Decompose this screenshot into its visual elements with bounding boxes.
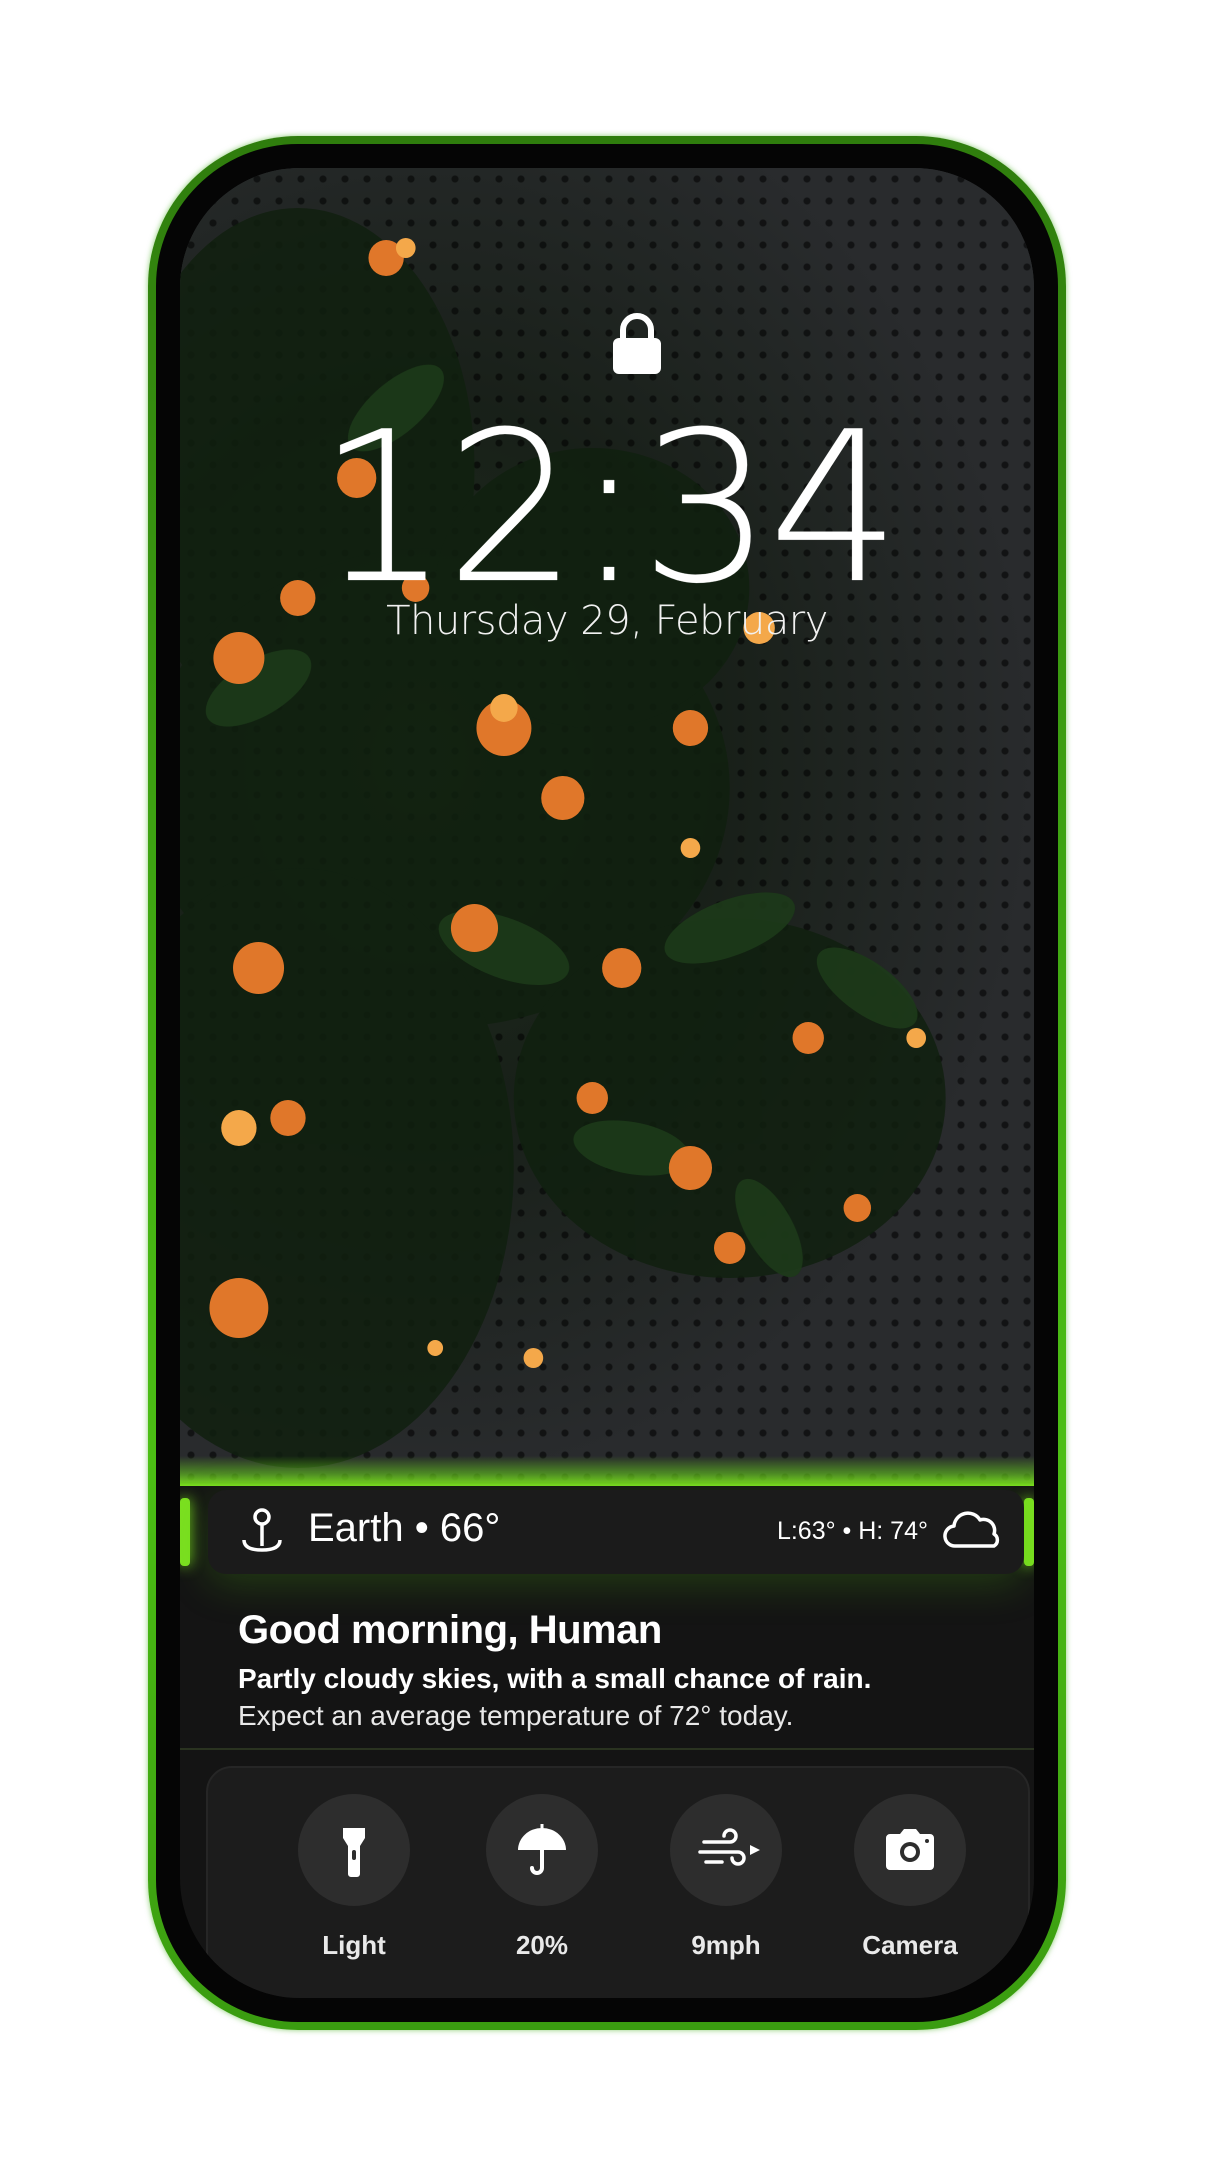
lock-screen: 12:34 Thursday 29, February Earth • 66° … xyxy=(180,168,1034,1998)
weather-summary: Partly cloudy skies, with a small chance… xyxy=(238,1663,872,1694)
camera-icon xyxy=(886,1829,934,1870)
flower-foliage-graphic xyxy=(180,208,946,1468)
umbrella-icon xyxy=(518,1824,566,1875)
dock-item-camera[interactable]: Camera xyxy=(840,1794,980,1961)
lock-screen-clock: 12:34 xyxy=(317,388,901,630)
light-button[interactable] xyxy=(298,1794,410,1906)
wind-icon xyxy=(698,1828,760,1866)
wallpaper-image xyxy=(180,168,1034,1482)
cloud-icon xyxy=(943,1511,1000,1548)
location-pin-icon xyxy=(242,1508,282,1552)
lock-icon[interactable] xyxy=(611,312,663,374)
dock-label: 20% xyxy=(515,1930,569,1960)
weather-bar[interactable]: Earth • 66° L:63° • H: 74° xyxy=(208,1490,1024,1574)
greeting-title: Good morning, Human xyxy=(238,1608,662,1652)
rain-chance-button[interactable] xyxy=(486,1794,598,1906)
section-divider xyxy=(180,1748,1034,1750)
left-side-indicator xyxy=(180,1498,190,1566)
phone-frame: 12:34 Thursday 29, February Earth • 66° … xyxy=(148,136,1066,2030)
weather-detail: Expect an average temperature of 72° tod… xyxy=(238,1700,794,1731)
weather-greeting: Good morning, Human Partly cloudy skies,… xyxy=(238,1608,998,1732)
dock-item-wind[interactable]: 9mph xyxy=(656,1794,796,1961)
camera-button[interactable] xyxy=(854,1794,966,1906)
phone-bezel: 12:34 Thursday 29, February Earth • 66° … xyxy=(156,144,1058,2022)
high-low-temperature: L:63° • H: 74° xyxy=(776,1517,928,1545)
dock-item-light[interactable]: Light xyxy=(284,1794,424,1961)
right-side-indicator xyxy=(1024,1498,1034,1566)
lock-screen-date: Thursday 29, February xyxy=(386,598,828,644)
quick-actions-dock: Light 20% 9mph Camera xyxy=(206,1766,1030,1998)
location-temperature: Earth • 66° xyxy=(308,1506,501,1550)
dock-label: 9mph xyxy=(691,1930,761,1960)
wind-button[interactable] xyxy=(670,1794,782,1906)
dock-item-rain-chance[interactable]: 20% xyxy=(472,1794,612,1961)
dock-label: Camera xyxy=(862,1930,958,1960)
accent-glow-line xyxy=(180,1456,1034,1486)
flashlight-icon xyxy=(343,1828,365,1877)
dock-label: Light xyxy=(322,1930,386,1960)
